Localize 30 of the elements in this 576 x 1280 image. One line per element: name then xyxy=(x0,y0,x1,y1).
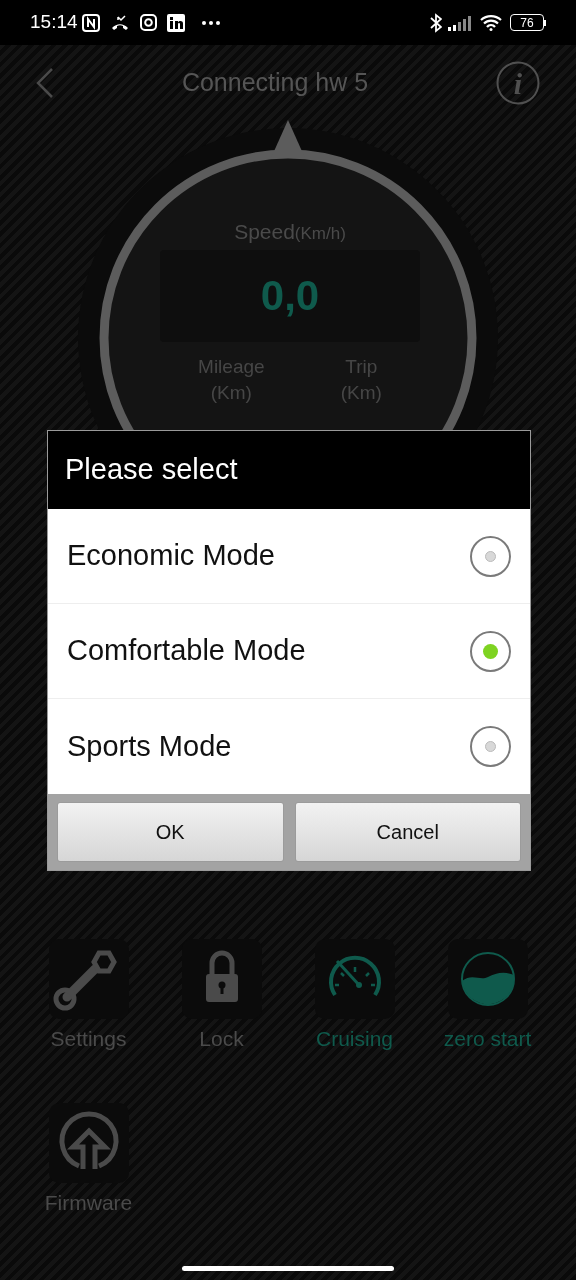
mode-option[interactable]: Economic Mode xyxy=(48,509,530,604)
battery-icon: 76 xyxy=(510,14,546,31)
status-time: 15:14 xyxy=(30,10,78,35)
radio-button[interactable] xyxy=(470,726,511,767)
speedometer-icon[interactable] xyxy=(314,939,395,1019)
mode-option[interactable]: Sports Mode xyxy=(48,699,530,794)
radio-button[interactable] xyxy=(470,630,511,672)
ok-button[interactable]: OK xyxy=(57,802,284,862)
wifi-icon xyxy=(480,14,502,31)
screen-title: Connecting hw 5 xyxy=(180,66,370,98)
more-icon xyxy=(200,19,221,26)
bluetooth-icon xyxy=(430,12,442,33)
feature-label: Cruising xyxy=(316,1026,393,1052)
lock-icon[interactable] xyxy=(181,939,262,1019)
feature-label: Firmware xyxy=(44,1190,133,1216)
back-icon[interactable] xyxy=(36,66,54,99)
feature-label: zero start xyxy=(443,1026,532,1052)
signal-icon xyxy=(448,14,472,31)
feature-label: Settings xyxy=(50,1026,127,1052)
feature-label: Lock xyxy=(199,1026,244,1052)
radio-button[interactable] xyxy=(470,535,511,577)
speed-display: 0,0 xyxy=(160,249,420,342)
dialog-title: Please select xyxy=(65,452,238,488)
nfc-icon xyxy=(81,13,100,32)
cancel-button[interactable]: Cancel xyxy=(294,802,521,862)
upload-icon[interactable] xyxy=(48,1103,129,1183)
mode-option[interactable]: Comfortable Mode xyxy=(48,604,530,699)
wrench-icon[interactable] xyxy=(48,939,129,1019)
camera-icon xyxy=(139,14,157,31)
square-logo-icon xyxy=(166,13,185,32)
